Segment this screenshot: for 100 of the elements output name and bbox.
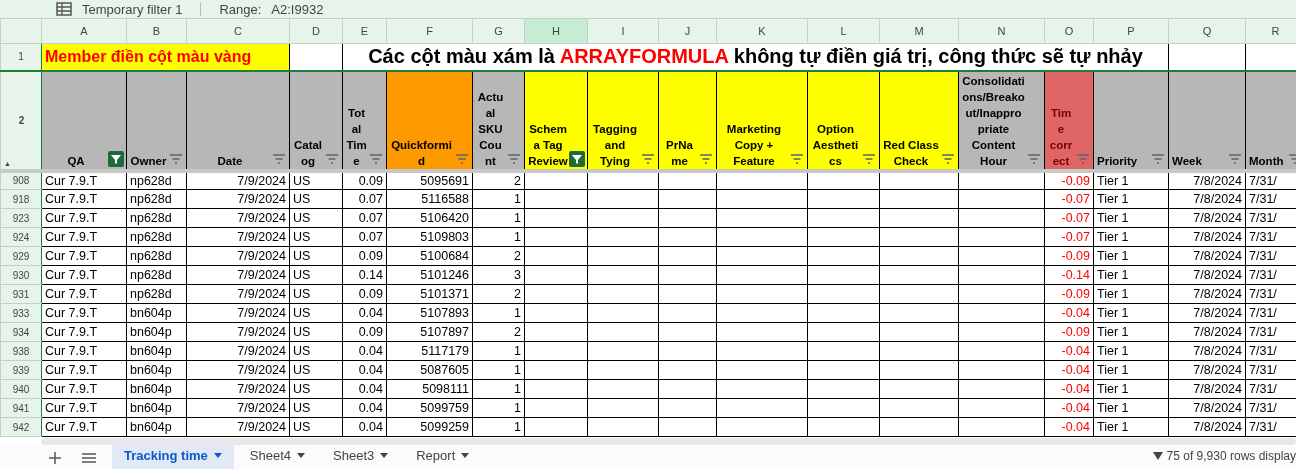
column-letter[interactable]: G	[472, 18, 525, 44]
range-value[interactable]: A2:I9932	[271, 1, 324, 17]
table-cell: 7/8/2024	[1168, 360, 1246, 380]
table-cell: Cur 7.9.T	[41, 284, 127, 304]
table-cell: Cur 7.9.T	[41, 398, 127, 418]
table-cell: 5107893	[386, 303, 473, 323]
table-cell: 5099259	[386, 417, 473, 437]
header-cell: Marketing Copy + Feature	[716, 70, 808, 171]
row-number[interactable]: 1	[0, 43, 42, 71]
column-letter[interactable]: P	[1093, 18, 1169, 44]
column-letter[interactable]: R	[1245, 18, 1296, 44]
table-cell: 1	[472, 189, 525, 209]
table-cell: US	[289, 246, 343, 266]
table-cell: 5101371	[386, 284, 473, 304]
table-cell: US	[289, 189, 343, 209]
table-cell: Tier 1	[1093, 227, 1169, 247]
table-cell: -0.04	[1044, 303, 1094, 323]
header-cell: Catalog	[289, 70, 343, 171]
sheet-tab[interactable]: Sheet3	[321, 445, 401, 469]
table-cell: 0.14	[342, 265, 387, 285]
sheet-tab[interactable]: Report	[404, 445, 482, 469]
caret-icon[interactable]	[461, 453, 470, 459]
table-cell: bn604p	[126, 417, 187, 437]
table-cell: Tier 1	[1093, 322, 1169, 342]
horizontal-scrollbar[interactable]	[41, 438, 1296, 445]
column-letter[interactable]: E	[342, 18, 387, 44]
table-cell: 1	[472, 227, 525, 247]
filter-name[interactable]: Temporary filter 1	[82, 1, 183, 17]
header-cell: Red Class Check	[879, 70, 959, 171]
table-cell: -0.09	[1044, 322, 1094, 342]
column-letter[interactable]: A	[41, 18, 127, 44]
table-cell: -0.09	[1044, 284, 1094, 304]
table-cell: -0.04	[1044, 341, 1094, 361]
table-cell: Cur 7.9.T	[41, 227, 127, 247]
table-cell: 3	[472, 265, 525, 285]
table-cell: 7/9/2024	[186, 417, 290, 437]
caret-icon[interactable]	[213, 453, 222, 459]
row-number[interactable]: 908	[0, 170, 42, 190]
column-letter[interactable]: D	[289, 18, 343, 44]
column-letter[interactable]: J	[658, 18, 717, 44]
table-cell: bn604p	[126, 398, 187, 418]
table-cell: -0.09	[1044, 246, 1094, 266]
header-cell: Actual SKU Count	[472, 70, 525, 171]
header-cell: PrName	[658, 70, 717, 171]
table-cell: US	[289, 284, 343, 304]
table-cell: 5116588	[386, 189, 473, 209]
table-cell: Cur 7.9.T	[41, 246, 127, 266]
row-number[interactable]: 2	[18, 114, 25, 126]
table-cell: bn604p	[126, 360, 187, 380]
column-letter[interactable]: L	[807, 18, 880, 44]
sheet-tab[interactable]: Sheet4	[237, 445, 317, 469]
caret-icon[interactable]	[380, 453, 389, 459]
table-cell: 7/8/2024	[1168, 379, 1246, 399]
table-cell: 0.09	[342, 284, 387, 304]
column-letter[interactable]: I	[587, 18, 659, 44]
table-cell: US	[289, 360, 343, 380]
table-cell: 0.04	[342, 341, 387, 361]
header-cell: Week	[1168, 70, 1246, 171]
header-cell: Option Aesthetics	[807, 70, 880, 171]
table-cell: US	[289, 379, 343, 399]
table-cell: 5107897	[386, 322, 473, 342]
column-letter[interactable]: C	[186, 18, 290, 44]
table-cell: 0.09	[342, 322, 387, 342]
table-cell: Cur 7.9.T	[41, 265, 127, 285]
table-cell: 7/8/2024	[1168, 303, 1246, 323]
table-cell: 7/9/2024	[186, 227, 290, 247]
table-cell: bn604p	[126, 341, 187, 361]
table-cell: bn604p	[126, 303, 187, 323]
table-cell: 5100684	[386, 246, 473, 266]
column-letter[interactable]: N	[958, 18, 1045, 44]
table-cell: -0.04	[1044, 417, 1094, 437]
column-letter[interactable]: O	[1044, 18, 1094, 44]
table-cell: 1	[472, 398, 525, 418]
caret-icon[interactable]	[297, 453, 305, 459]
table-cell: Cur 7.9.T	[41, 170, 127, 190]
table-cell: -0.07	[1044, 227, 1094, 247]
table-cell: Tier 1	[1093, 341, 1169, 361]
header-cell: Tagging and Tying	[587, 70, 659, 171]
sheet-tab[interactable]: Tracking time	[112, 445, 234, 469]
note-cell: Member điền cột màu vàng	[41, 43, 290, 71]
table-cell: 0.04	[342, 417, 387, 437]
column-letter[interactable]: B	[126, 18, 187, 44]
column-letter[interactable]: F	[386, 18, 473, 44]
table-cell: 7/9/2024	[186, 246, 290, 266]
table-cell: 2	[472, 246, 525, 266]
table-cell: Tier 1	[1093, 246, 1169, 266]
table-cell: US	[289, 341, 343, 361]
table-cell: 0.09	[342, 170, 387, 190]
column-letter[interactable]: Q	[1168, 18, 1246, 44]
column-letter[interactable]: K	[716, 18, 808, 44]
header-cell: Month	[1245, 70, 1296, 171]
column-letter[interactable]: M	[879, 18, 959, 44]
table-cell: -0.14	[1044, 265, 1094, 285]
table-cell: Cur 7.9.T	[41, 303, 127, 323]
table-cell: 7/8/2024	[1168, 284, 1246, 304]
table-cell: 7/8/2024	[1168, 189, 1246, 209]
table-cell: 7/9/2024	[186, 208, 290, 228]
header-cell: Total Time	[342, 70, 387, 171]
column-letter[interactable]: H	[524, 18, 588, 44]
table-cell: US	[289, 265, 343, 285]
